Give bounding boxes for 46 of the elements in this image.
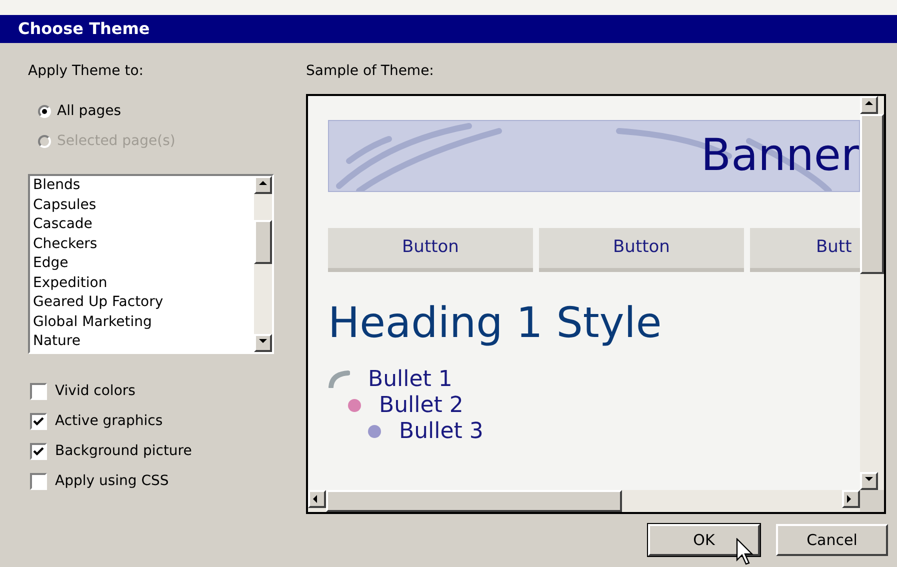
checkbox[interactable]	[30, 382, 47, 400]
checkbox-label: Apply using CSS	[55, 472, 169, 490]
scroll-left-icon[interactable]	[308, 490, 326, 508]
theme-list[interactable]: Blends Capsules Cascade Checkers Edge Expedition Geared Up Factory Global Marketing Nature	[28, 174, 274, 354]
checkbox[interactable]	[30, 442, 47, 460]
theme-list-item[interactable]: Cascade	[33, 215, 254, 234]
scroll-up-icon[interactable]	[254, 176, 272, 194]
scroll-thumb[interactable]	[326, 490, 622, 512]
sample-label: Sample of Theme:	[306, 62, 435, 81]
banner-title: Banner	[700, 134, 859, 178]
theme-list-item[interactable]: Expedition	[33, 274, 254, 293]
scroll-right-icon[interactable]	[842, 490, 860, 508]
checkbox-label: Vivid colors	[55, 382, 136, 400]
scrollbar[interactable]	[254, 176, 272, 352]
scroll-down-icon[interactable]	[254, 334, 272, 352]
scrollbar-corner	[860, 490, 884, 512]
bullet-text: Bullet 2	[379, 392, 464, 420]
checkbox[interactable]	[30, 412, 47, 430]
theme-list-item[interactable]: Global Marketing	[33, 312, 254, 332]
theme-list-item[interactable]: Nature	[33, 332, 254, 352]
apply-label: Apply Theme to:	[28, 62, 144, 81]
check-icon	[33, 446, 44, 456]
check-icon	[33, 416, 44, 426]
checkbox[interactable]	[30, 472, 47, 490]
dialog-button[interactable]: OK	[648, 524, 760, 556]
scroll-thumb[interactable]	[860, 114, 884, 274]
theme-list-item[interactable]: Edge	[33, 254, 254, 274]
horizontal-scrollbar[interactable]	[308, 490, 860, 512]
theme-list-item[interactable]: Blends	[33, 176, 254, 196]
scroll-down-icon[interactable]	[860, 472, 878, 490]
window-title: Choose Theme	[0, 15, 897, 43]
checkbox-label: Background picture	[55, 442, 192, 460]
vertical-scrollbar[interactable]	[860, 96, 884, 490]
scroll-up-icon[interactable]	[860, 96, 878, 114]
dialog-button[interactable]: Cancel	[776, 524, 888, 556]
radio-button[interactable]	[38, 104, 51, 118]
theme-list-item[interactable]: Capsules	[33, 196, 254, 215]
theme-list-item[interactable]: Geared Up Factory	[33, 293, 254, 312]
scroll-thumb[interactable]	[254, 220, 272, 264]
checkbox-label: Active graphics	[55, 412, 163, 430]
radio-label: All pages	[57, 102, 122, 120]
bullet-text: Bullet 1	[368, 366, 452, 394]
mouse-pointer-icon	[736, 538, 754, 566]
heading: Heading 1 Style	[328, 302, 663, 344]
bullet-text: Bullet 3	[399, 418, 484, 446]
theme-list-item[interactable]: Checkers	[33, 234, 254, 254]
